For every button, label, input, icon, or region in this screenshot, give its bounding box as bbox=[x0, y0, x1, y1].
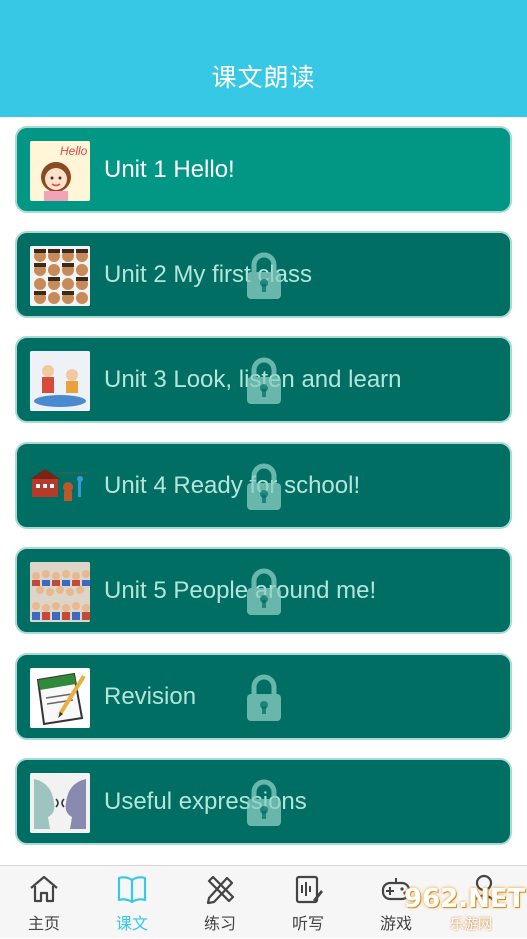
hello-girl-image: Hello bbox=[30, 141, 90, 201]
children-playing-image bbox=[30, 351, 90, 411]
nav-item-dictation[interactable]: 听写 bbox=[264, 866, 352, 939]
pencil-ruler-icon bbox=[203, 872, 237, 906]
lesson-card-unit-1[interactable]: Hello Unit 1 Hello! bbox=[15, 126, 512, 213]
lock-icon bbox=[246, 568, 282, 616]
lock-icon bbox=[246, 357, 282, 405]
site-watermark: 962.NET 乐游网 bbox=[384, 880, 526, 933]
lesson-card-useful-expressions[interactable]: Useful expressions bbox=[15, 758, 512, 845]
lock-icon bbox=[246, 252, 282, 300]
nav-item-practice[interactable]: 练习 bbox=[176, 866, 264, 939]
school-building-image bbox=[30, 457, 90, 517]
crowd-of-people-image bbox=[30, 562, 90, 622]
lesson-label: Unit 5 People around me! bbox=[104, 577, 377, 604]
lesson-label: Revision bbox=[104, 683, 197, 710]
lesson-label: Unit 4 Ready for school! bbox=[104, 472, 361, 499]
app-header: 课文朗读 bbox=[0, 0, 527, 117]
lesson-card-unit-3[interactable]: Unit 3 Look, listen and learn bbox=[15, 336, 512, 423]
lock-icon bbox=[246, 463, 282, 511]
lesson-label: Unit 1 Hello! bbox=[104, 156, 235, 183]
lesson-card-revision[interactable]: Revision bbox=[15, 653, 512, 740]
lesson-card-unit-4[interactable]: Unit 4 Ready for school! bbox=[15, 442, 512, 529]
nav-label: 练习 bbox=[203, 914, 236, 933]
watermark-subtext: 乐游网 bbox=[450, 917, 492, 933]
lock-icon bbox=[246, 779, 282, 827]
nav-item-home[interactable]: 主页 bbox=[0, 866, 88, 939]
page-title: 课文朗读 bbox=[211, 63, 316, 92]
svg-text:Hello: Hello bbox=[60, 144, 88, 158]
two-faces-talking-image bbox=[30, 773, 90, 833]
book-icon bbox=[115, 872, 149, 906]
nav-label: 课文 bbox=[115, 914, 148, 933]
nav-item-lessons[interactable]: 课文 bbox=[88, 866, 176, 939]
lesson-card-unit-2[interactable]: Unit 2 My first class bbox=[15, 231, 512, 318]
watermark-text: 962.NET bbox=[404, 884, 526, 914]
nav-label: 听写 bbox=[291, 914, 324, 933]
notepad-pencil-image bbox=[30, 668, 90, 728]
dictation-icon bbox=[291, 872, 325, 906]
lock-icon bbox=[246, 674, 282, 722]
lesson-list: Hello Unit 1 Hello! Unit 2 My first clas… bbox=[0, 117, 527, 865]
nav-label: 主页 bbox=[27, 914, 60, 933]
home-icon bbox=[27, 872, 61, 906]
lesson-card-unit-5[interactable]: Unit 5 People around me! bbox=[15, 547, 512, 634]
kids-faces-grid-image bbox=[30, 246, 90, 306]
